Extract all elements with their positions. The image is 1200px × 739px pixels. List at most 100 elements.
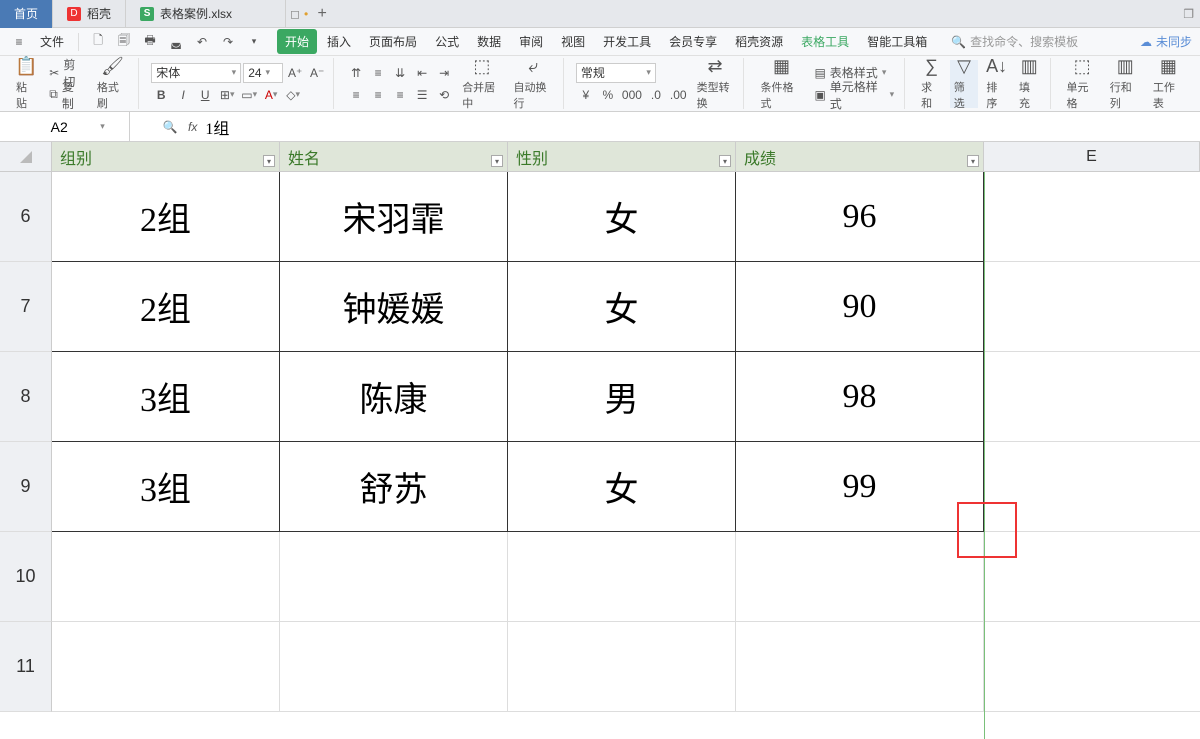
print-preview-icon[interactable]: ◛ bbox=[165, 31, 187, 53]
ribbon-tab-data[interactable]: 数据 bbox=[469, 29, 509, 54]
app-menu-icon[interactable]: ≡ bbox=[8, 31, 30, 53]
name-box-input[interactable] bbox=[24, 119, 94, 135]
zoom-icon[interactable]: 🔍 bbox=[160, 117, 180, 137]
select-all-corner[interactable] bbox=[0, 142, 52, 172]
align-bottom-icon[interactable]: ⇊ bbox=[390, 63, 410, 83]
paste-button[interactable]: 📋 粘贴 bbox=[12, 60, 41, 108]
thousands-icon[interactable]: 000 bbox=[620, 85, 644, 105]
clear-format-button[interactable]: ◇▾ bbox=[283, 85, 303, 105]
file-menu[interactable]: 文件 bbox=[34, 33, 70, 50]
cell-E10[interactable] bbox=[984, 532, 1200, 622]
filter-dropdown-icon[interactable]: ▾ bbox=[967, 155, 979, 167]
tab-options-icon[interactable]: ◻ bbox=[290, 7, 300, 21]
row-head-11[interactable]: 11 bbox=[0, 622, 52, 712]
cell-D7[interactable]: 90 bbox=[736, 262, 984, 352]
currency-icon[interactable]: ¥ bbox=[576, 85, 596, 105]
fill-button[interactable]: ▥填充 bbox=[1015, 60, 1044, 108]
tab-home[interactable]: 首页 bbox=[0, 0, 53, 28]
ribbon-tab-insert[interactable]: 插入 bbox=[319, 29, 359, 54]
ribbon-tab-view[interactable]: 视图 bbox=[553, 29, 593, 54]
row-head-6[interactable]: 6 bbox=[0, 172, 52, 262]
merge-center-button[interactable]: ⬚ 合并居中 bbox=[458, 60, 505, 108]
col-head-E[interactable]: E bbox=[984, 142, 1200, 172]
decrease-font-icon[interactable]: A⁻ bbox=[307, 63, 327, 83]
col-head-B[interactable]: 姓名 ▾ bbox=[280, 142, 508, 172]
col-head-D[interactable]: 成绩 ▾ bbox=[736, 142, 984, 172]
spreadsheet-grid[interactable]: 组别 ▾ 姓名 ▾ 性别 ▾ 成绩 ▾ E 6 7 8 9 10 11 2组 宋… bbox=[0, 142, 1200, 739]
align-center-icon[interactable]: ≡ bbox=[368, 85, 388, 105]
undo-history-dropdown[interactable]: ▾ bbox=[243, 31, 265, 53]
type-convert-button[interactable]: ⇄ 类型转换 bbox=[693, 60, 738, 108]
conditional-format-button[interactable]: ▦ 条件格式 bbox=[756, 60, 806, 108]
fx-icon[interactable]: fx bbox=[188, 120, 197, 134]
cell-E8[interactable] bbox=[984, 352, 1200, 442]
ribbon-tab-review[interactable]: 审阅 bbox=[511, 29, 551, 54]
row-col-button[interactable]: ▥行和列 bbox=[1106, 60, 1145, 108]
cell-B10[interactable] bbox=[280, 532, 508, 622]
cell-E11[interactable] bbox=[984, 622, 1200, 712]
cell-A6[interactable]: 2组 bbox=[52, 172, 280, 262]
copy-button[interactable]: ⧉ 复制 bbox=[45, 85, 89, 105]
new-tab-button[interactable]: + bbox=[308, 5, 336, 23]
cell-C11[interactable] bbox=[508, 622, 736, 712]
sort-button[interactable]: A↓排序 bbox=[982, 60, 1011, 108]
filter-dropdown-icon[interactable]: ▾ bbox=[491, 155, 503, 167]
filter-dropdown-icon[interactable]: ▾ bbox=[263, 155, 275, 167]
row-head-8[interactable]: 8 bbox=[0, 352, 52, 442]
cell-A9[interactable]: 3组 bbox=[52, 442, 280, 532]
percent-icon[interactable]: % bbox=[598, 85, 618, 105]
chevron-down-icon[interactable]: ▾ bbox=[100, 121, 105, 132]
cell-C9[interactable]: 女 bbox=[508, 442, 736, 532]
cell-B11[interactable] bbox=[280, 622, 508, 712]
cell-C10[interactable] bbox=[508, 532, 736, 622]
worksheet-button[interactable]: ▦工作表 bbox=[1149, 60, 1188, 108]
cell-A10[interactable] bbox=[52, 532, 280, 622]
sync-status[interactable]: ☁ 未同步 bbox=[1140, 33, 1192, 50]
cell-A11[interactable] bbox=[52, 622, 280, 712]
cell-B8[interactable]: 陈康 bbox=[280, 352, 508, 442]
indent-increase-icon[interactable]: ⇥ bbox=[434, 63, 454, 83]
cell-D10[interactable] bbox=[736, 532, 984, 622]
row-head-7[interactable]: 7 bbox=[0, 262, 52, 352]
tab-docer[interactable]: D 稻壳 bbox=[53, 0, 126, 28]
font-size-select[interactable]: 24 ▾ bbox=[243, 63, 283, 83]
align-top-icon[interactable]: ⇈ bbox=[346, 63, 366, 83]
align-right-icon[interactable]: ≡ bbox=[390, 85, 410, 105]
decrease-decimal-icon[interactable]: .0 bbox=[646, 85, 666, 105]
row-head-10[interactable]: 10 bbox=[0, 532, 52, 622]
sum-button[interactable]: ∑求和 bbox=[917, 60, 946, 108]
ribbon-tab-start[interactable]: 开始 bbox=[277, 29, 317, 54]
cell-D8[interactable]: 98 bbox=[736, 352, 984, 442]
auto-wrap-button[interactable]: ⤶ 自动换行 bbox=[510, 60, 557, 108]
increase-decimal-icon[interactable]: .00 bbox=[668, 85, 689, 105]
cell-B7[interactable]: 钟媛媛 bbox=[280, 262, 508, 352]
font-name-select[interactable]: 宋体 ▾ bbox=[151, 63, 241, 83]
save-icon[interactable]: 🗋 bbox=[87, 31, 109, 53]
font-color-button[interactable]: A▾ bbox=[261, 85, 281, 105]
name-box[interactable]: ▾ bbox=[0, 112, 130, 142]
fill-color-button[interactable]: ▭▾ bbox=[239, 85, 259, 105]
redo-icon[interactable]: ↷ bbox=[217, 31, 239, 53]
bold-button[interactable]: B bbox=[151, 85, 171, 105]
number-format-select[interactable]: 常规 ▾ bbox=[576, 63, 656, 83]
cell-D9[interactable]: 99 bbox=[736, 442, 984, 532]
align-left-icon[interactable]: ≡ bbox=[346, 85, 366, 105]
filter-button[interactable]: ▽筛选 bbox=[950, 60, 979, 108]
print-icon[interactable]: 🖶 bbox=[139, 31, 161, 53]
borders-button[interactable]: ⊞▾ bbox=[217, 85, 237, 105]
cell-A8[interactable]: 3组 bbox=[52, 352, 280, 442]
cell-style-button[interactable]: ▣ 单元格样式▾ bbox=[810, 85, 898, 105]
ribbon-tab-smart[interactable]: 智能工具箱 bbox=[859, 29, 935, 54]
command-search[interactable]: 🔍 查找命令、搜索模板 bbox=[951, 33, 1078, 50]
format-painter-button[interactable]: 🖌 格式刷 bbox=[93, 60, 132, 108]
ribbon-tab-table-tools[interactable]: 表格工具 bbox=[793, 29, 857, 54]
window-control-icon[interactable]: ❐ bbox=[1183, 7, 1194, 21]
indent-decrease-icon[interactable]: ⇤ bbox=[412, 63, 432, 83]
cell-E7[interactable] bbox=[984, 262, 1200, 352]
underline-button[interactable]: U bbox=[195, 85, 215, 105]
cell-C8[interactable]: 男 bbox=[508, 352, 736, 442]
undo-icon[interactable]: ↶ bbox=[191, 31, 213, 53]
cell-button[interactable]: ⬚单元格 bbox=[1063, 60, 1102, 108]
italic-button[interactable]: I bbox=[173, 85, 193, 105]
increase-font-icon[interactable]: A⁺ bbox=[285, 63, 305, 83]
